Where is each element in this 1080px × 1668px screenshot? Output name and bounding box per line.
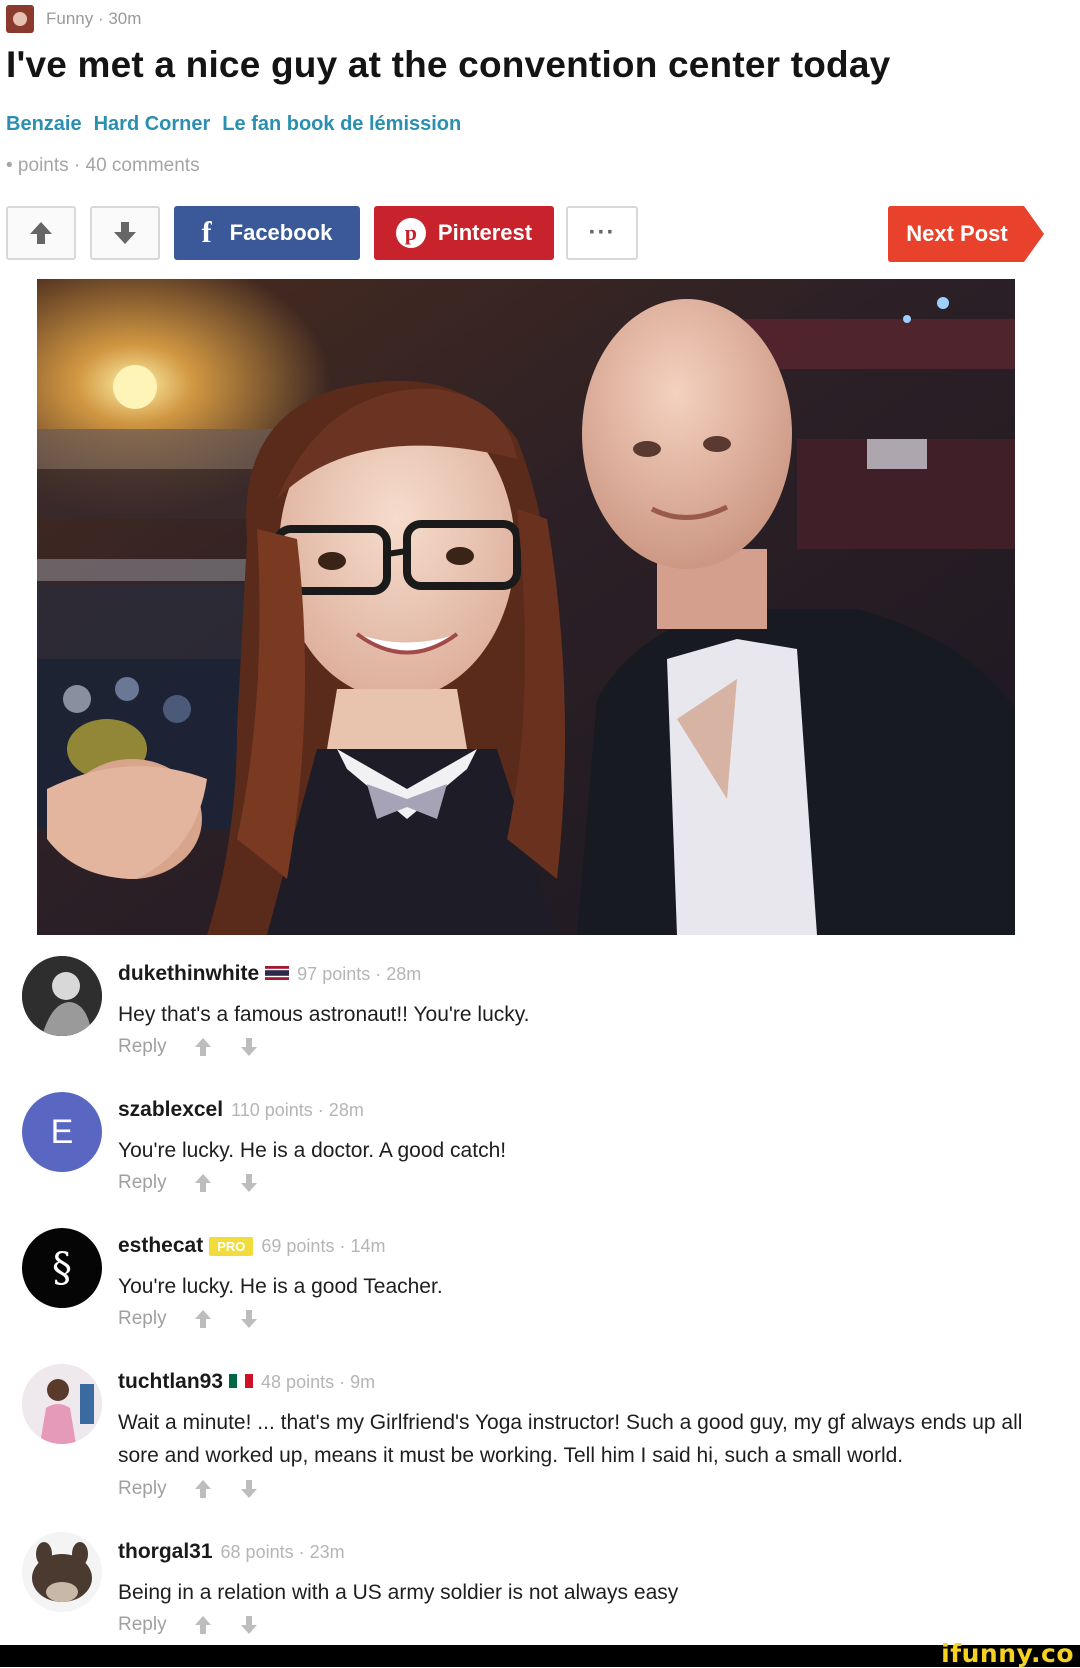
tag-link[interactable]: Hard Corner xyxy=(94,113,211,136)
tag-link[interactable]: Benzaie xyxy=(6,113,82,136)
reply-link[interactable]: Reply xyxy=(118,1036,167,1058)
comment-actions: Reply xyxy=(118,1478,259,1500)
arrow-up-icon[interactable] xyxy=(193,1614,213,1636)
facebook-share-label: Facebook xyxy=(229,220,333,245)
pinterest-share-label: Pinterest xyxy=(437,220,533,245)
pro-badge: PRO xyxy=(209,1236,254,1256)
comment-text: You're lucky. He is a good Teacher. xyxy=(118,1275,443,1298)
post-meta: • points · 40 comments xyxy=(6,155,200,176)
action-bar: f Facebook p Pinterest ··· Next Post xyxy=(6,206,1056,262)
avatar-image xyxy=(22,1364,102,1444)
comment-header: szablexcel 110 points · 28m xyxy=(118,1098,364,1122)
comment-meta: 69 points · 14m xyxy=(261,1235,386,1256)
section-sign-icon: § xyxy=(52,1245,72,1291)
tag-link[interactable]: Le fan book de lémission xyxy=(222,113,461,136)
arrow-down-icon[interactable] xyxy=(239,1036,259,1058)
arrow-up-icon[interactable] xyxy=(193,1308,213,1330)
downvote-button[interactable] xyxy=(90,206,160,260)
arrow-up-icon xyxy=(30,222,52,244)
avatar[interactable] xyxy=(22,956,102,1036)
arrow-up-icon[interactable] xyxy=(193,1036,213,1058)
flag-icon xyxy=(265,963,290,986)
pinterest-share-button[interactable]: p Pinterest xyxy=(374,206,554,260)
avatar[interactable]: § xyxy=(22,1228,102,1308)
arrow-up-icon[interactable] xyxy=(193,1478,213,1500)
facebook-icon: f xyxy=(201,216,212,249)
comment-text: Wait a minute! ... that's my Girlfriend'… xyxy=(118,1411,1023,1467)
comment-username[interactable]: dukethinwhite xyxy=(118,962,259,986)
comment-actions: Reply xyxy=(118,1172,259,1194)
comment-header: thorgal31 68 points · 23m xyxy=(118,1540,345,1564)
flag-icon xyxy=(229,1371,254,1394)
reply-link[interactable]: Reply xyxy=(118,1308,167,1330)
avatar-image xyxy=(22,956,102,1036)
reply-link[interactable]: Reply xyxy=(118,1614,167,1636)
comment-meta: 110 points · 28m xyxy=(231,1099,364,1120)
arrow-down-icon xyxy=(114,222,136,244)
ifunny-watermark: ifunny.co xyxy=(941,1639,1074,1668)
comment-text: Hey that's a famous astronaut!! You're l… xyxy=(118,1003,530,1026)
avatar[interactable] xyxy=(22,1364,102,1444)
watermark-bar: ifunny.co xyxy=(0,1639,1080,1668)
post-image[interactable] xyxy=(37,279,1015,935)
post-section[interactable]: Funny · 30m xyxy=(6,4,141,34)
post-title: I've met a nice guy at the convention ce… xyxy=(6,44,891,85)
avatar[interactable] xyxy=(22,1532,102,1612)
comment-meta: 68 points · 23m xyxy=(220,1541,345,1562)
arrow-up-icon[interactable] xyxy=(193,1172,213,1194)
comment-header: tuchtlan93 48 points · 9m xyxy=(118,1370,375,1394)
comment-actions: Reply xyxy=(118,1308,259,1330)
more-options-button[interactable]: ··· xyxy=(566,206,638,260)
facebook-share-button[interactable]: f Facebook xyxy=(174,206,360,260)
comment-actions: Reply xyxy=(118,1614,259,1636)
selfie-photo xyxy=(37,279,1015,935)
reply-link[interactable]: Reply xyxy=(118,1478,167,1500)
comment-text: You're lucky. He is a doctor. A good cat… xyxy=(118,1139,507,1162)
comment-username[interactable]: tuchtlan93 xyxy=(118,1370,223,1394)
comment-text: Being in a relation with a US army soldi… xyxy=(118,1581,679,1604)
avatar-image xyxy=(22,1532,102,1612)
comment-header: esthecat PRO 69 points · 14m xyxy=(118,1234,385,1258)
next-post-label: Next Post xyxy=(906,221,1008,246)
arrow-down-icon[interactable] xyxy=(239,1614,259,1636)
comment-username[interactable]: thorgal31 xyxy=(118,1540,213,1564)
comment-username[interactable]: szablexcel xyxy=(118,1098,223,1122)
comment-actions: Reply xyxy=(118,1036,259,1058)
comment-username[interactable]: esthecat xyxy=(118,1234,203,1258)
arrow-down-icon[interactable] xyxy=(239,1478,259,1500)
post-tags: Benzaie Hard Corner Le fan book de lémis… xyxy=(6,113,461,136)
comment-meta: 48 points · 9m xyxy=(261,1371,376,1392)
section-label: Funny · 30m xyxy=(46,9,142,28)
upvote-button[interactable] xyxy=(6,206,76,260)
reply-link[interactable]: Reply xyxy=(118,1172,167,1194)
comment-header: dukethinwhite 97 points · 28m xyxy=(118,962,421,986)
avatar[interactable]: E xyxy=(22,1092,102,1172)
section-thumbnail xyxy=(6,5,34,33)
arrow-down-icon[interactable] xyxy=(239,1308,259,1330)
next-post-button[interactable]: Next Post xyxy=(888,206,1044,262)
arrow-down-icon[interactable] xyxy=(239,1172,259,1194)
comment-meta: 97 points · 28m xyxy=(297,963,422,984)
pinterest-icon: p xyxy=(395,218,426,248)
